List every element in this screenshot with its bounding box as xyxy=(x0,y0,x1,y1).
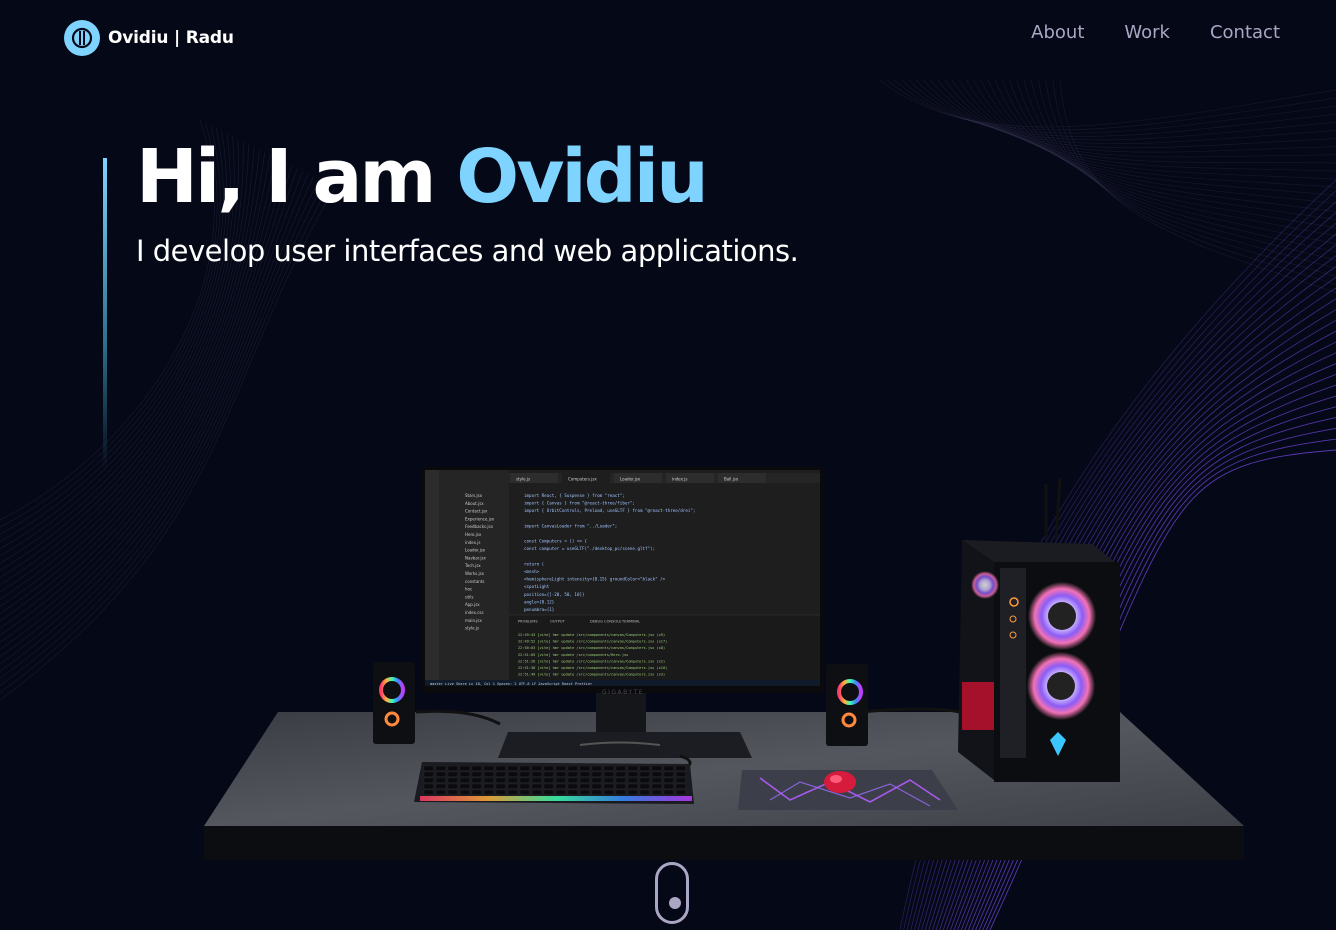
explorer-file: Stars.jsx xyxy=(465,493,483,498)
pc-tower xyxy=(958,477,1120,782)
explorer-file: Feedbacks.jsx xyxy=(465,524,494,529)
code-line: <spotLight xyxy=(524,584,550,589)
terminal-line: 22:51:49 [vite] hmr update /src/componen… xyxy=(518,673,665,677)
terminal-line: 22:49:52 [vite] hmr update /src/componen… xyxy=(518,640,667,644)
mouse xyxy=(824,771,856,793)
editor-tab: Loader.jsx xyxy=(620,477,641,482)
explorer-file: index.css xyxy=(465,610,484,615)
code-line: import { Canvas } from "@react-three/fib… xyxy=(524,501,635,506)
explorer-file: App.jsx xyxy=(465,602,480,607)
code-line: <mesh> xyxy=(524,569,540,574)
status-bar-text: master Live Share Ln 18, Col 1 Spaces: 2… xyxy=(430,682,593,686)
editor-tab: Ball.jsx xyxy=(724,477,739,482)
terminal-line: 22:49:43 [vite] hmr update /src/componen… xyxy=(518,633,665,637)
explorer-file: Experience.jsx xyxy=(465,516,495,521)
code-line: penumbra={1} xyxy=(524,607,555,612)
monitor-brand: GIGABYTE xyxy=(602,689,644,696)
code-line: import { OrbitControls, Preload, useGLTF… xyxy=(524,508,695,513)
code-line: import CanvasLoader from "../Loader"; xyxy=(524,523,617,528)
explorer-file: utils xyxy=(465,594,473,599)
terminal-line: 22:50:03 [vite] hmr update /src/componen… xyxy=(518,646,665,650)
explorer-file: constants xyxy=(465,579,484,584)
mouse-scroll-icon[interactable] xyxy=(655,862,689,924)
terminal-tab: TERMINAL xyxy=(621,620,640,624)
explorer-file: Tech.jsx xyxy=(464,563,481,568)
terminal-tab: OUTPUT xyxy=(550,620,565,624)
code-line: position={[-20, 50, 10]} xyxy=(524,592,585,597)
explorer-file: hoc xyxy=(465,587,472,592)
terminal-tab: PROBLEMS xyxy=(518,620,538,624)
explorer-file: Hero.jsx xyxy=(465,532,482,537)
left-speaker xyxy=(373,662,415,744)
terminal-line: 22:51:38 [vite] hmr update /src/componen… xyxy=(518,666,667,670)
code-line: return ( xyxy=(524,561,544,566)
scroll-dot xyxy=(669,897,681,909)
explorer-file: Works.jsx xyxy=(465,571,485,576)
code-line: const Computers = () => { xyxy=(524,539,588,544)
explorer-file: style.js xyxy=(465,626,479,631)
code-line: const computer = useGLTF("./desktop_pc/s… xyxy=(524,546,655,551)
explorer-file: Loader.jsx xyxy=(465,548,486,553)
monitor: Stars.jsx About.jsx Contact.jsx Experience.… xyxy=(421,467,824,696)
explorer-file: Navbar.jsx xyxy=(465,555,487,560)
explorer-file: About.jsx xyxy=(465,501,484,506)
right-speaker xyxy=(826,664,868,746)
explorer-file: index.js xyxy=(465,540,480,545)
code-line: <hemisphereLight intensity={0.15} ground… xyxy=(524,577,666,582)
editor-tabs: style.js Computers.jsx Loader.jsx index.js B… xyxy=(510,473,766,483)
editor-tab: index.js xyxy=(672,477,687,482)
explorer-file: main.jsx xyxy=(465,618,482,623)
keyboard xyxy=(414,762,694,804)
terminal-line: 22:51:26 [vite] hmr update /src/componen… xyxy=(518,659,665,663)
terminal-tab: DEBUG CONSOLE xyxy=(590,620,622,624)
code-line: angle={0.12} xyxy=(524,599,555,604)
editor-tab: style.js xyxy=(516,477,530,482)
code-line: import React, { Suspense } from "react"; xyxy=(524,493,625,498)
explorer-file: Contact.jsx xyxy=(465,509,488,514)
editor-tab: Computers.jsx xyxy=(568,477,597,482)
desktop-pc-scene[interactable]: Stars.jsx About.jsx Contact.jsx Experience.… xyxy=(0,0,1336,930)
terminal-line: 22:51:05 [vite] hmr update /src/componen… xyxy=(518,653,629,657)
